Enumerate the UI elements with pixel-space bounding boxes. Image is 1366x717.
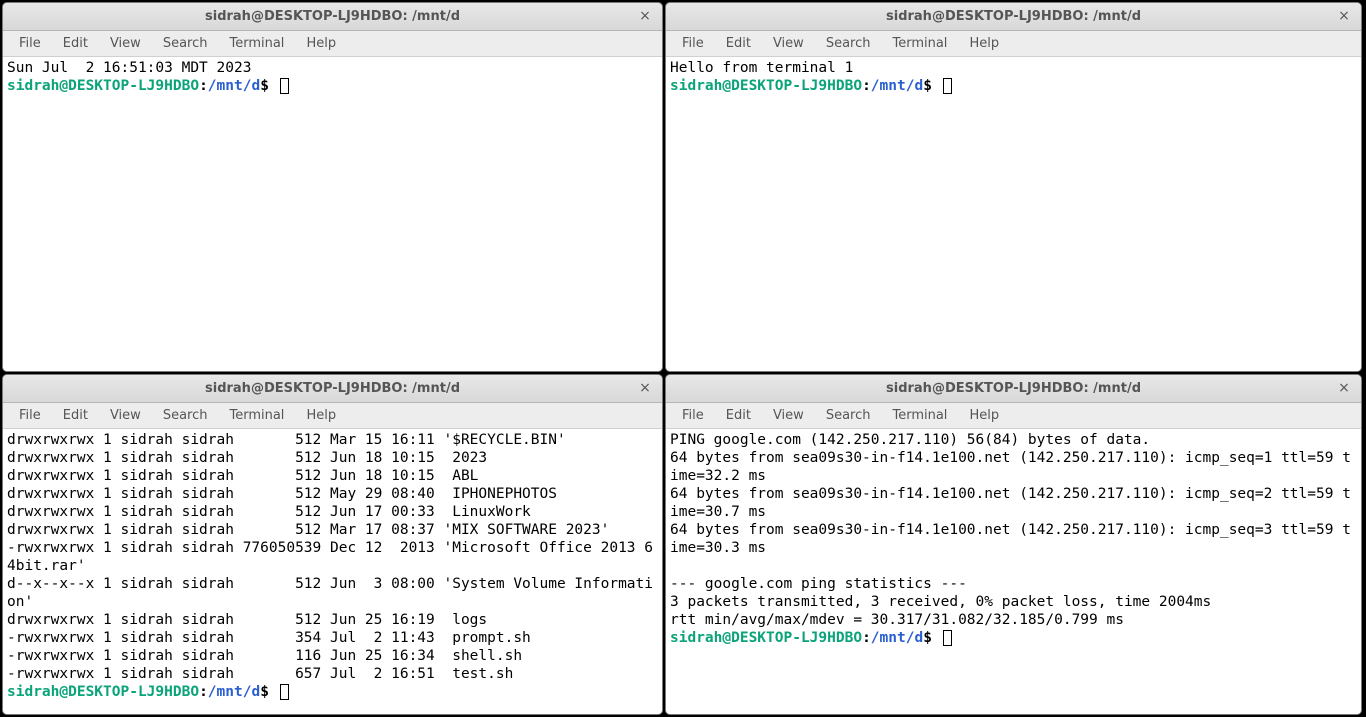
menu-file[interactable]: File: [9, 33, 51, 54]
menu-file[interactable]: File: [9, 405, 51, 426]
menu-help[interactable]: Help: [296, 33, 346, 54]
menu-view[interactable]: View: [100, 405, 151, 426]
window-title: sidrah@DESKTOP-LJ9HDBO: /mnt/d: [886, 381, 1141, 396]
terminal-output[interactable]: drwxrwxrwx 1 sidrah sidrah 512 Mar 15 16…: [3, 429, 662, 714]
close-icon[interactable]: ×: [1335, 7, 1353, 25]
window-title: sidrah@DESKTOP-LJ9HDBO: /mnt/d: [886, 9, 1141, 24]
menu-edit[interactable]: Edit: [716, 405, 761, 426]
menu-terminal[interactable]: Terminal: [882, 33, 957, 54]
menu-search[interactable]: Search: [153, 33, 218, 54]
menubar: File Edit View Search Terminal Help: [666, 31, 1361, 57]
menubar: File Edit View Search Terminal Help: [666, 403, 1361, 429]
menu-search[interactable]: Search: [153, 405, 218, 426]
titlebar[interactable]: sidrah@DESKTOP-LJ9HDBO: /mnt/d ×: [3, 3, 662, 31]
titlebar[interactable]: sidrah@DESKTOP-LJ9HDBO: /mnt/d ×: [666, 3, 1361, 31]
menu-help[interactable]: Help: [296, 405, 346, 426]
window-title: sidrah@DESKTOP-LJ9HDBO: /mnt/d: [205, 381, 460, 396]
menu-file[interactable]: File: [672, 405, 714, 426]
menu-terminal[interactable]: Terminal: [219, 405, 294, 426]
menu-edit[interactable]: Edit: [53, 33, 98, 54]
menu-search[interactable]: Search: [816, 405, 881, 426]
menu-search[interactable]: Search: [816, 33, 881, 54]
cursor: [943, 78, 952, 94]
cursor: [280, 684, 289, 700]
cursor: [943, 630, 952, 646]
titlebar[interactable]: sidrah@DESKTOP-LJ9HDBO: /mnt/d ×: [3, 375, 662, 403]
menu-edit[interactable]: Edit: [716, 33, 761, 54]
terminal-window-1: sidrah@DESKTOP-LJ9HDBO: /mnt/d × File Ed…: [665, 2, 1362, 372]
menu-view[interactable]: View: [763, 405, 814, 426]
menubar: File Edit View Search Terminal Help: [3, 31, 662, 57]
menu-terminal[interactable]: Terminal: [219, 33, 294, 54]
menu-file[interactable]: File: [672, 33, 714, 54]
terminal-window-3: sidrah@DESKTOP-LJ9HDBO: /mnt/d × File Ed…: [665, 374, 1362, 715]
terminal-output[interactable]: Hello from terminal 1 sidrah@DESKTOP-LJ9…: [666, 57, 1361, 371]
close-icon[interactable]: ×: [636, 7, 654, 25]
menu-help[interactable]: Help: [959, 33, 1009, 54]
menu-edit[interactable]: Edit: [53, 405, 98, 426]
close-icon[interactable]: ×: [1335, 379, 1353, 397]
window-title: sidrah@DESKTOP-LJ9HDBO: /mnt/d: [205, 9, 460, 24]
menubar: File Edit View Search Terminal Help: [3, 403, 662, 429]
titlebar[interactable]: sidrah@DESKTOP-LJ9HDBO: /mnt/d ×: [666, 375, 1361, 403]
menu-view[interactable]: View: [100, 33, 151, 54]
menu-view[interactable]: View: [763, 33, 814, 54]
cursor: [280, 78, 289, 94]
terminal-output[interactable]: PING google.com (142.250.217.110) 56(84)…: [666, 429, 1361, 714]
close-icon[interactable]: ×: [636, 379, 654, 397]
terminal-window-2: sidrah@DESKTOP-LJ9HDBO: /mnt/d × File Ed…: [2, 374, 663, 715]
terminal-output[interactable]: Sun Jul 2 16:51:03 MDT 2023 sidrah@DESKT…: [3, 57, 662, 371]
terminal-window-0: sidrah@DESKTOP-LJ9HDBO: /mnt/d × File Ed…: [2, 2, 663, 372]
menu-terminal[interactable]: Terminal: [882, 405, 957, 426]
menu-help[interactable]: Help: [959, 405, 1009, 426]
